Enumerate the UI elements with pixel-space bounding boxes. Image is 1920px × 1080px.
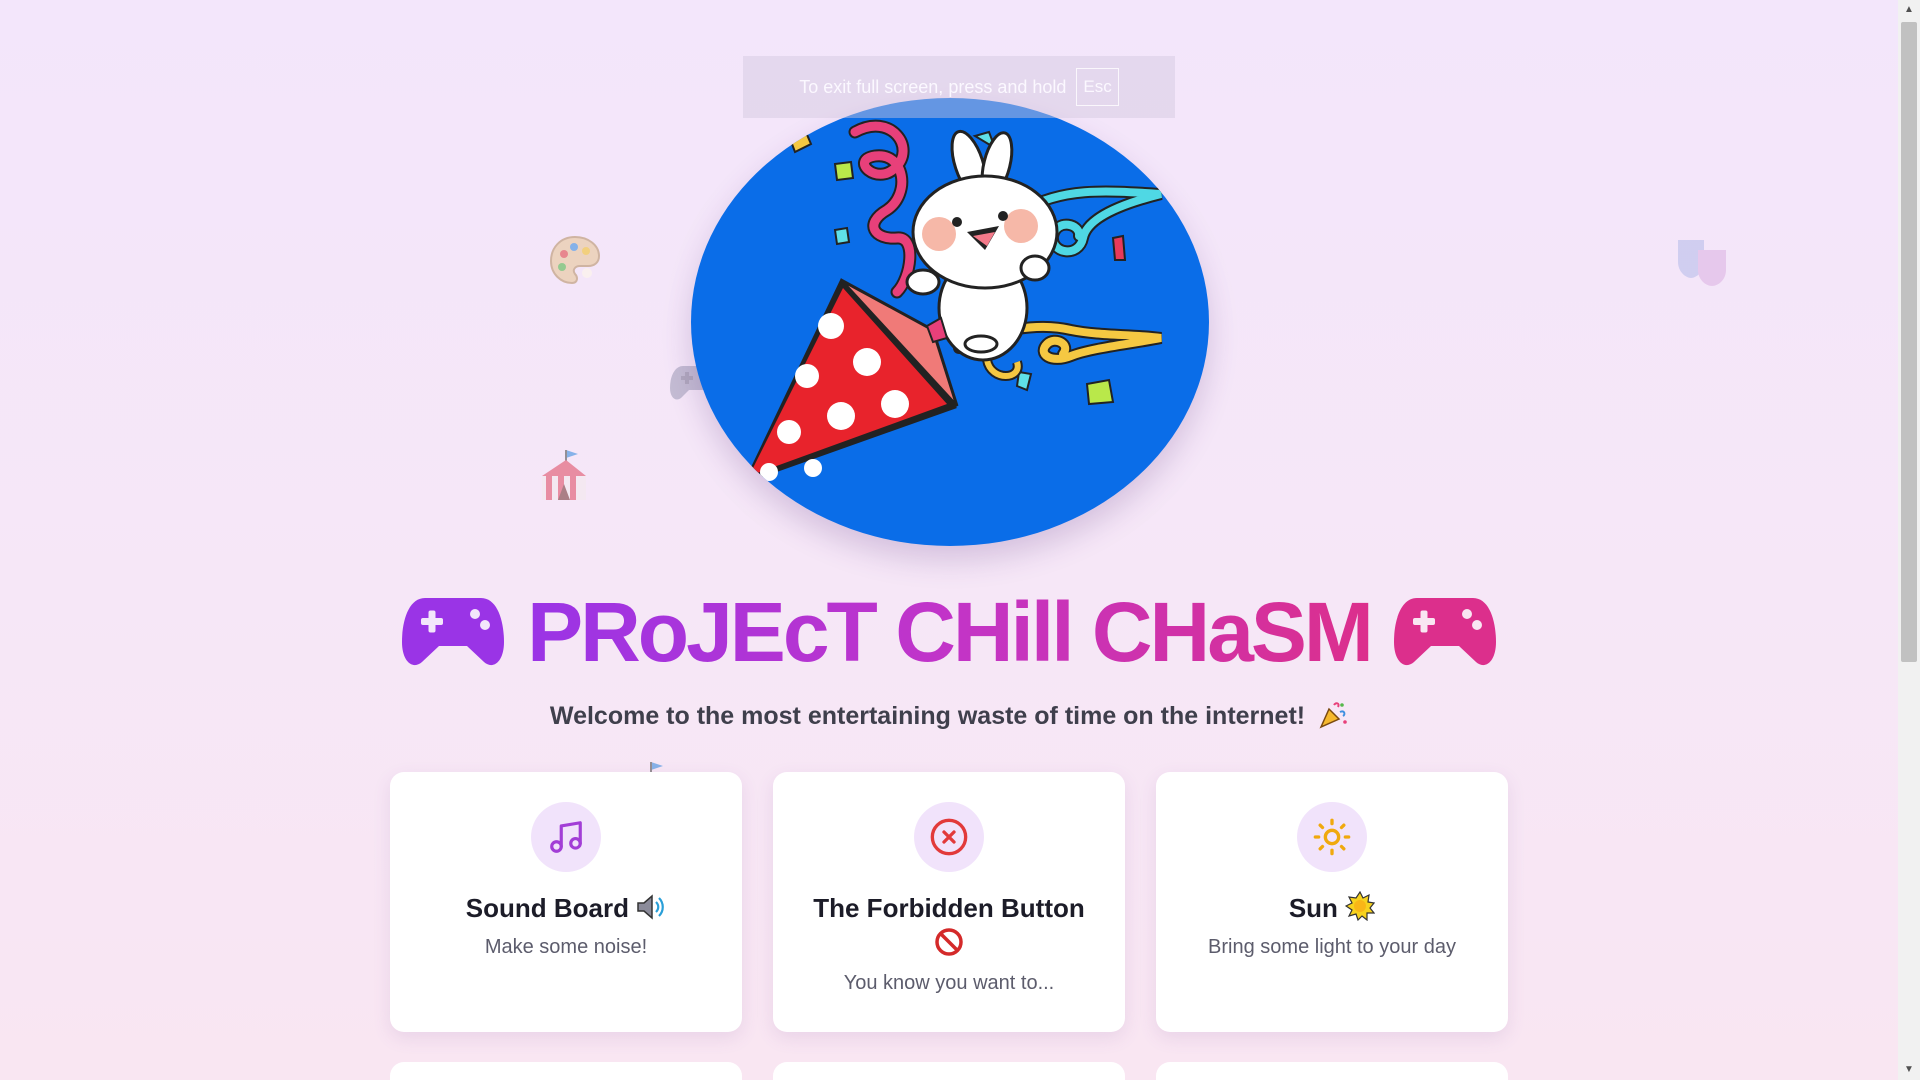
card-description: Bring some light to your day (1208, 936, 1456, 958)
scroll-down-arrow-icon[interactable]: ▼ (1898, 1060, 1920, 1080)
icon-circle (1297, 802, 1367, 872)
card-title: Sun (1156, 890, 1508, 926)
card-title-text: The Forbidden Button (813, 893, 1085, 923)
page-scrollbar[interactable]: ▲ ▼ (1898, 0, 1920, 1080)
circus-tent-emoji (542, 450, 586, 500)
hero-party-image (691, 98, 1209, 546)
next-row-card-2[interactable] (773, 1062, 1125, 1080)
icon-circle (914, 802, 984, 872)
scrollbar-thumb[interactable] (1901, 22, 1917, 662)
sun-card[interactable]: Sun Bring some light to your day (1156, 772, 1508, 1032)
sound-board-card[interactable]: Sound Board Make some noise! (390, 772, 742, 1032)
performing-arts-emoji (1678, 240, 1726, 286)
palette-emoji (549, 235, 601, 285)
speaker-emoji (637, 894, 665, 920)
card-title-text: Sound Board (465, 893, 629, 923)
subtitle-text: Welcome to the most entertaining waste o… (549, 702, 1306, 730)
card-description: Make some noise! (484, 936, 648, 958)
sun-icon (1313, 818, 1351, 856)
page-subtitle: Welcome to the most entertaining waste o… (0, 700, 1898, 731)
icon-circle (531, 802, 601, 872)
next-row-card-3[interactable] (1156, 1062, 1508, 1080)
game-controller-icon-right (1393, 598, 1496, 666)
sun-emoji (1345, 891, 1376, 921)
card-title: The Forbidden Button (773, 890, 1125, 962)
card-description: You know you want to... (843, 972, 1055, 994)
prohibited-emoji (935, 928, 963, 956)
forbidden-button-card[interactable]: The Forbidden Button You know you want t… (773, 772, 1125, 1032)
scroll-up-arrow-icon[interactable]: ▲ (1898, 0, 1920, 20)
next-row-card-1[interactable] (390, 1062, 742, 1080)
card-title: Sound Board (390, 890, 742, 926)
fullscreen-exit-notice: To exit full screen, press and hold Esc (743, 56, 1175, 118)
page-viewport: To exit full screen, press and hold Esc … (0, 0, 1898, 1080)
page-title: PRoJEcT CHill CHaSM (527, 585, 1374, 679)
fullscreen-notice-text: To exit full screen, press and hold (799, 76, 1067, 97)
game-controller-icon (402, 598, 505, 666)
card-title-text: Sun (1288, 893, 1338, 923)
music-note-icon (550, 821, 582, 853)
x-circle-icon (930, 818, 968, 856)
party-popper-emoji (1319, 702, 1347, 729)
esc-key-hint: Esc (1076, 68, 1119, 106)
title-row: PRoJEcT CHill CHaSM (0, 582, 1898, 682)
